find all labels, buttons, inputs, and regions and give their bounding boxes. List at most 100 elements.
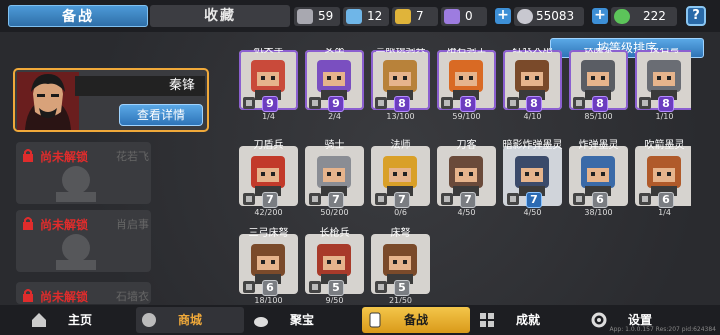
unit-class-icon <box>441 97 453 109</box>
unit-class-icon <box>507 193 519 205</box>
resource-scroll: 0 <box>441 7 487 26</box>
unit-progress: 1/4 <box>658 208 671 217</box>
unit-card[interactable]: 三眼镜骑兵 8 13/100 <box>369 48 432 122</box>
nav-settings-label: 设置 <box>627 313 652 327</box>
coins-display: 55083 <box>514 7 584 26</box>
unit-card[interactable]: 长枪兵 5 9/50 <box>303 224 366 303</box>
unit-card[interactable]: 床弩 5 21/50 <box>369 224 432 303</box>
nav-shop[interactable]: 商城 <box>136 307 244 333</box>
gems-value: 222 <box>643 9 666 23</box>
nav-treasure[interactable]: 聚宝 <box>248 307 356 333</box>
unit-progress: 21/50 <box>388 296 413 304</box>
add-coins-button[interactable]: + <box>495 8 511 24</box>
nav-treasure-label: 聚宝 <box>289 313 314 327</box>
unit-name: 铁魔黎 <box>583 48 614 55</box>
unit-progress: 1/10 <box>655 112 674 121</box>
nav-prep[interactable]: 备战 <box>362 307 470 333</box>
nav-achievements[interactable]: 成就 <box>474 307 582 333</box>
resource-scroll-value: 0 <box>465 9 473 23</box>
unit-card[interactable]: 刀客 7 4/50 <box>435 136 498 218</box>
unit-class-icon <box>243 97 255 109</box>
top-bar: 备战 收藏 59 12 7 0 + 55083 + 222 ? <box>0 0 720 32</box>
unit-portrait-icon <box>647 156 681 196</box>
unit-card[interactable]: 吹箭墨灵 6 1/4 <box>633 136 691 218</box>
hero-portrait <box>17 72 79 130</box>
unit-portrait-icon <box>449 156 483 196</box>
unit-progress: 9/50 <box>325 296 344 304</box>
resource-badge-value: 7 <box>416 9 424 23</box>
unit-class-icon <box>243 281 255 293</box>
nav-home[interactable]: 主页 <box>26 307 134 333</box>
unit-progress: 4/10 <box>523 112 542 121</box>
locked-status: 尚未解锁 <box>40 150 89 164</box>
unit-card[interactable]: 机关车 9 1/4 <box>237 48 300 122</box>
unit-portrait-icon <box>251 60 285 100</box>
unit-cost-badge: 9 <box>328 96 344 112</box>
purple-scroll-icon <box>444 9 460 24</box>
unit-card[interactable]: 骑士 7 50/200 <box>303 136 366 218</box>
help-button[interactable]: ? <box>686 6 706 26</box>
unit-name: 投石弩 <box>649 48 680 55</box>
gold-badge-icon <box>395 9 411 24</box>
unit-card[interactable]: 女巫 9 2/4 <box>303 48 366 122</box>
resource-silver-value: 59 <box>318 9 334 23</box>
unit-progress: 85/100 <box>584 112 613 121</box>
unit-class-icon <box>309 97 321 109</box>
unit-cost-badge: 8 <box>394 96 410 112</box>
unit-card[interactable]: 暗影炸弹墨灵 7 4/50 <box>501 136 564 218</box>
unit-progress: 59/100 <box>452 112 481 121</box>
locked-hero-name: 肖启事 <box>116 218 149 231</box>
view-details-button[interactable]: 查看详情 <box>119 104 203 126</box>
unit-card[interactable]: 熔岩骑士 8 59/100 <box>435 48 498 122</box>
hero-silhouette-icon <box>56 166 96 202</box>
unit-cost-badge: 7 <box>262 192 278 208</box>
unit-card[interactable]: 刀盾兵 7 42/200 <box>237 136 300 218</box>
tab-collection[interactable]: 收藏 <box>150 5 290 27</box>
unit-name: 暗影炸弹墨灵 <box>502 140 563 151</box>
tab-prep[interactable]: 备战 <box>8 5 148 27</box>
unit-name: 法师 <box>390 140 411 151</box>
unit-name: 三弓床弩 <box>248 228 289 239</box>
unit-card[interactable]: 红衣大炮 8 4/10 <box>501 48 564 122</box>
home-icon <box>32 313 46 327</box>
hero-card[interactable]: 秦锋 查看详情 <box>13 68 209 132</box>
bottom-nav: 主页 商城 聚宝 备战 成就 设置 App: 1.0.0.157 Res:207… <box>0 305 720 335</box>
unit-card[interactable]: 铁魔黎 8 85/100 <box>567 48 630 122</box>
unit-cost-badge: 7 <box>460 192 476 208</box>
lock-icon <box>23 289 33 302</box>
resource-crystal-value: 12 <box>367 9 383 23</box>
unit-cost-badge: 8 <box>526 96 542 112</box>
locked-hero-card[interactable]: 尚未解锁 石墙衣 <box>16 282 151 304</box>
hero-silhouette-icon <box>56 234 96 270</box>
unit-cost-badge: 7 <box>526 192 542 208</box>
unit-cost-badge: 6 <box>262 280 278 296</box>
unit-portrait-icon <box>647 60 681 100</box>
unit-portrait-icon <box>449 60 483 100</box>
unit-class-icon <box>375 97 387 109</box>
unit-card[interactable]: 三弓床弩 6 18/100 <box>237 224 300 303</box>
unit-card[interactable]: 炸弹墨灵 6 38/100 <box>567 136 630 218</box>
unit-card[interactable]: 投石弩 8 1/10 <box>633 48 691 122</box>
unit-portrait-icon <box>515 60 549 100</box>
locked-hero-card[interactable]: 尚未解锁 肖启事 <box>16 210 151 272</box>
blue-crystal-icon <box>346 9 362 24</box>
unit-progress: 4/50 <box>523 208 542 217</box>
resource-badge: 7 <box>392 7 438 26</box>
treasure-icon <box>254 317 268 327</box>
unit-portrait-icon <box>317 156 351 196</box>
silver-token-icon <box>297 9 313 24</box>
shop-icon <box>142 313 156 327</box>
hero-name: 秦锋 <box>75 76 205 96</box>
unit-name: 熔岩骑士 <box>446 48 487 55</box>
unit-name: 骑士 <box>324 140 345 151</box>
unit-cost-badge: 6 <box>592 192 608 208</box>
add-gems-button[interactable]: + <box>592 8 608 24</box>
unit-class-icon <box>309 281 321 293</box>
locked-hero-card[interactable]: 尚未解锁 花若飞 <box>16 142 151 204</box>
unit-card[interactable]: 法师 7 0/6 <box>369 136 432 218</box>
unit-name: 三眼镜骑兵 <box>375 48 426 55</box>
unit-class-icon <box>639 97 651 109</box>
unit-progress: 50/200 <box>320 208 349 217</box>
unit-name: 炸弹墨灵 <box>578 140 619 151</box>
coin-icon <box>517 9 533 24</box>
